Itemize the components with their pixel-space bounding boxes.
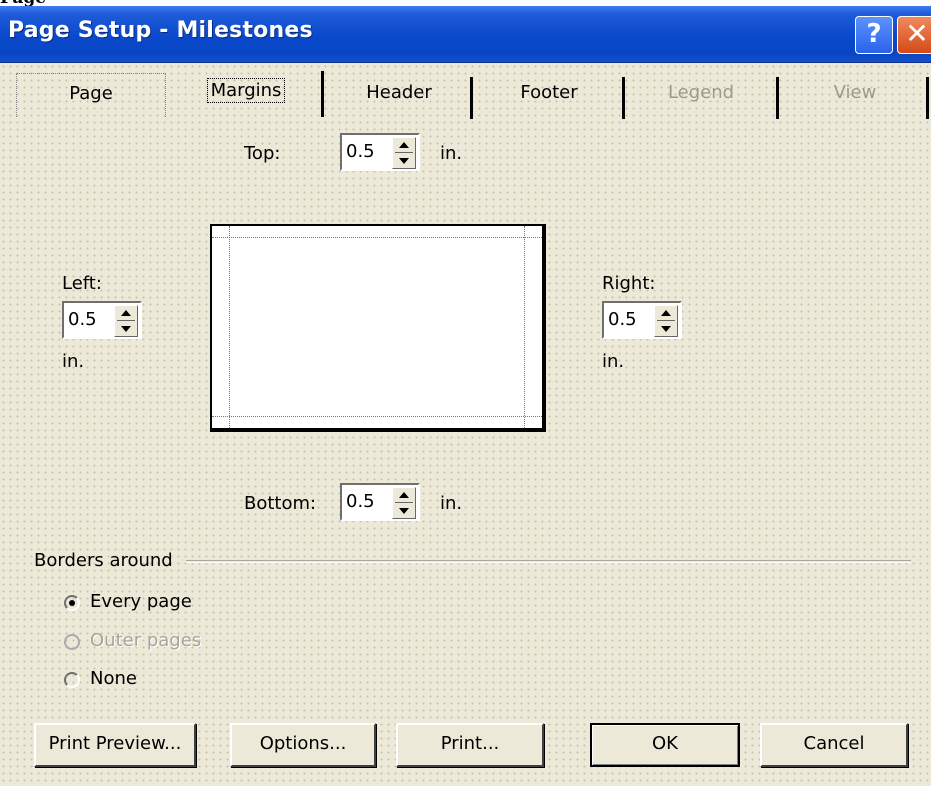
options-button[interactable]: Options... [230,723,376,767]
close-icon: ✕ [905,17,929,50]
left-margin-spinner[interactable]: 0.5 [62,301,142,339]
bottom-margin-value: 0.5 [346,491,375,512]
spin-down-icon[interactable] [399,158,409,164]
spin-up-icon[interactable] [121,310,131,316]
tab-divider [926,77,929,119]
cancel-button[interactable]: Cancel [760,723,908,767]
bottom-margin-unit: in. [440,493,463,514]
right-margin-label: Right: [602,273,656,294]
tab-divider [622,77,625,119]
radio-none[interactable] [64,672,80,688]
tab-legend: Legend [626,73,776,117]
radio-outer-pages-label: Outer pages [90,630,202,651]
margin-preview [210,224,546,432]
print-button[interactable]: Print... [396,723,544,767]
spin-down-icon[interactable] [399,508,409,514]
left-margin-value: 0.5 [68,309,97,330]
spin-up-icon[interactable] [399,142,409,148]
radio-every-page-label[interactable]: Every page [90,591,192,612]
spinner-arrows[interactable] [114,305,138,337]
tab-margins[interactable]: Margins [170,65,324,119]
tab-view: View [780,73,930,117]
spinner-arrows[interactable] [392,137,416,169]
tab-footer-label: Footer [520,82,578,103]
bottom-margin-spinner[interactable]: 0.5 [340,483,420,521]
borders-group-label: Borders around [34,550,173,571]
tab-divider [776,77,779,119]
tab-page-label: Page [69,83,113,104]
dialog-body: Page Margins Header Footer Legend View T… [0,63,931,786]
preview-top-guide [212,237,542,238]
tab-footer[interactable]: Footer [476,73,622,117]
tab-header-label: Header [366,82,432,103]
close-button[interactable]: ✕ [897,16,931,54]
right-margin-unit: in. [602,351,625,372]
radio-outer-pages [64,634,80,650]
print-preview-button[interactable]: Print Preview... [34,723,196,767]
tab-margins-label: Margins [206,78,286,103]
spin-down-icon[interactable] [661,326,671,332]
radio-none-label[interactable]: None [90,668,137,689]
preview-right-guide [524,226,525,428]
help-icon: ? [866,19,882,49]
tab-legend-label: Legend [667,82,735,103]
spinner-arrows[interactable] [392,487,416,519]
top-margin-value: 0.5 [346,141,375,162]
ok-button[interactable]: OK [590,723,740,767]
spin-up-icon[interactable] [399,492,409,498]
window-title: Page Setup - Milestones [8,18,313,43]
group-divider [186,560,911,563]
right-margin-spinner[interactable]: 0.5 [602,301,682,339]
tab-page[interactable]: Page [16,73,166,117]
preview-left-guide [229,226,230,428]
top-margin-unit: in. [440,143,463,164]
tab-divider [470,77,473,119]
radio-every-page[interactable] [64,595,80,611]
left-margin-unit: in. [62,351,85,372]
top-margin-label: Top: [244,143,281,164]
right-margin-value: 0.5 [608,309,637,330]
spinner-arrows[interactable] [654,305,678,337]
spin-down-icon[interactable] [121,326,131,332]
tab-view-label: View [833,82,877,103]
preview-bottom-guide [212,416,542,417]
tab-header[interactable]: Header [326,73,472,117]
spin-up-icon[interactable] [661,310,671,316]
help-button[interactable]: ? [855,16,893,54]
top-margin-spinner[interactable]: 0.5 [340,133,420,171]
bottom-margin-label: Bottom: [244,493,317,514]
left-margin-label: Left: [62,273,102,294]
title-bar: Page Setup - Milestones ? ✕ [0,6,931,63]
